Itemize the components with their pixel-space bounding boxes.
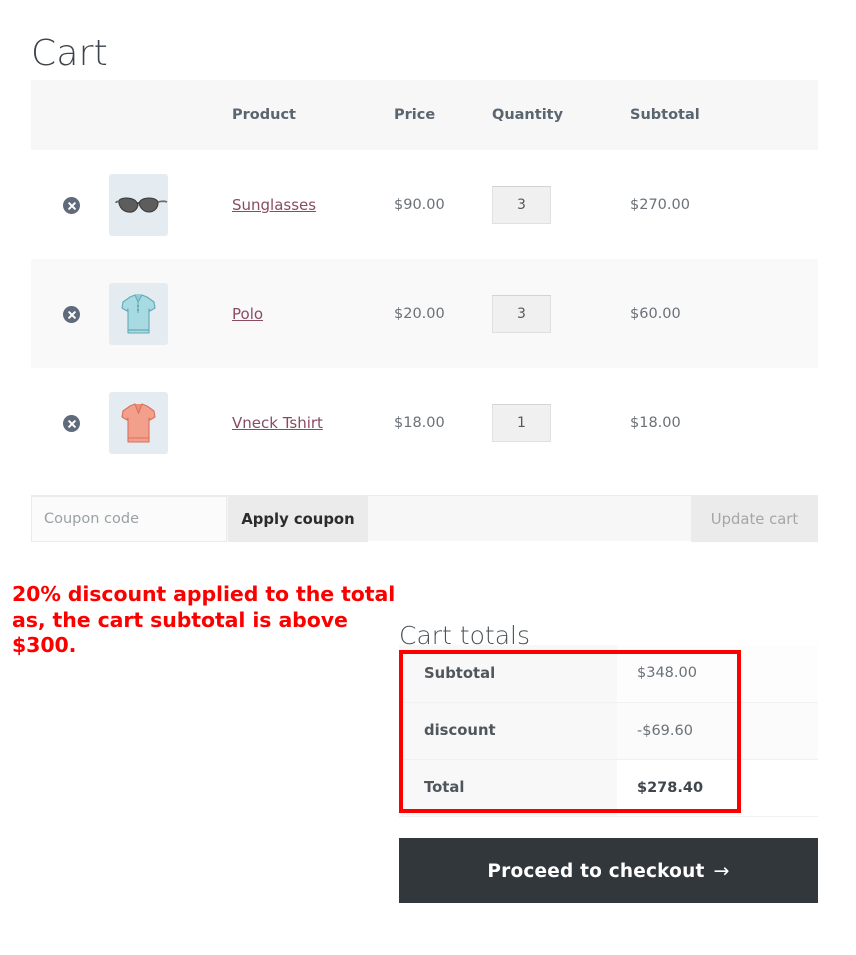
product-name-cell: Vneck Tshirt	[232, 368, 394, 477]
table-row: Vneck Tshirt $18.00 1 $18.00	[31, 368, 818, 477]
remove-cell	[31, 259, 109, 368]
column-header-product: Product	[232, 107, 296, 123]
product-price: $18.00	[394, 414, 445, 431]
product-price: $90.00	[394, 196, 445, 213]
column-header-subtotal: Subtotal	[630, 107, 700, 123]
table-row: Sunglasses $90.00 3 $270.00	[31, 150, 818, 259]
column-header-price: Price	[394, 107, 436, 123]
cart-totals-row-subtotal: Subtotal $348.00	[399, 645, 818, 703]
checkout-label: Proceed to checkout	[487, 860, 705, 882]
column-header-thumbnail	[109, 80, 232, 150]
cart-table-header-row: Product Price Quantity Subtotal	[31, 80, 818, 150]
quantity-cell: 3	[492, 150, 630, 259]
product-name-cell: Sunglasses	[232, 150, 394, 259]
cart-totals-value: $348.00	[617, 645, 818, 703]
product-link[interactable]: Polo	[232, 305, 263, 323]
product-subtotal: $18.00	[630, 414, 681, 431]
table-row: Polo $20.00 3 $60.00	[31, 259, 818, 368]
cart-table-head: Product Price Quantity Subtotal	[31, 80, 818, 150]
cart-totals-body: Subtotal $348.00 discount -$69.60 Total …	[399, 645, 818, 817]
cart-table-body: Sunglasses $90.00 3 $270.00 Polo $20.00 …	[31, 150, 818, 477]
product-link[interactable]: Sunglasses	[232, 196, 316, 214]
arrow-right-icon: →	[713, 859, 730, 882]
apply-coupon-button[interactable]: Apply coupon	[228, 496, 368, 542]
remove-cell	[31, 368, 109, 477]
product-subtotal: $60.00	[630, 305, 681, 322]
thumbnail-cell	[109, 150, 232, 259]
cart-totals-row-total: Total $278.40	[399, 759, 818, 817]
cart-totals-table: Subtotal $348.00 discount -$69.60 Total …	[399, 645, 818, 817]
cart-totals-value: $278.40	[617, 759, 818, 817]
cart-totals-value: -$69.60	[617, 702, 818, 760]
remove-circle-icon[interactable]	[63, 197, 80, 214]
quantity-stepper[interactable]: 3	[492, 294, 551, 333]
cart-totals-label: Subtotal	[399, 645, 617, 703]
thumbnail-cell	[109, 368, 232, 477]
cart-totals-row-discount: discount -$69.60	[399, 702, 818, 760]
remove-circle-icon[interactable]	[63, 415, 80, 432]
polo-shirt-icon	[121, 293, 156, 334]
cart-table: Product Price Quantity Subtotal Sunglass…	[31, 80, 818, 477]
remove-cell	[31, 150, 109, 259]
page-title: Cart	[31, 33, 108, 75]
quantity-stepper[interactable]: 1	[492, 403, 551, 442]
product-price: $20.00	[394, 305, 445, 322]
sunglasses-thumbnail[interactable]	[109, 173, 168, 236]
polo-shirt-thumbnail[interactable]	[109, 282, 168, 345]
vneck-tshirt-icon	[121, 402, 156, 443]
sunglasses-icon	[115, 196, 168, 213]
proceed-to-checkout-button[interactable]: Proceed to checkout →	[399, 838, 818, 903]
cart-totals-label: discount	[399, 702, 617, 760]
update-cart-button: Update cart	[691, 496, 818, 542]
product-subtotal: $270.00	[630, 196, 690, 213]
thumbnail-cell	[109, 259, 232, 368]
cart-page: Cart Product Price Quantity Subtotal Sun…	[0, 0, 856, 955]
quantity-cell: 3	[492, 259, 630, 368]
product-link[interactable]: Vneck Tshirt	[232, 414, 323, 432]
discount-annotation-note: 20% discount applied to the total as, th…	[12, 582, 396, 657]
quantity-stepper[interactable]: 3	[492, 185, 551, 224]
column-header-remove	[31, 80, 109, 150]
vneck-tshirt-thumbnail[interactable]	[109, 391, 168, 454]
cart-totals-label: Total	[399, 759, 617, 817]
product-name-cell: Polo	[232, 259, 394, 368]
remove-circle-icon[interactable]	[63, 306, 80, 323]
quantity-cell: 1	[492, 368, 630, 477]
coupon-code-input[interactable]	[31, 496, 227, 542]
column-header-quantity: Quantity	[492, 107, 564, 123]
cart-actions-bar: Apply coupon Update cart	[31, 495, 818, 542]
